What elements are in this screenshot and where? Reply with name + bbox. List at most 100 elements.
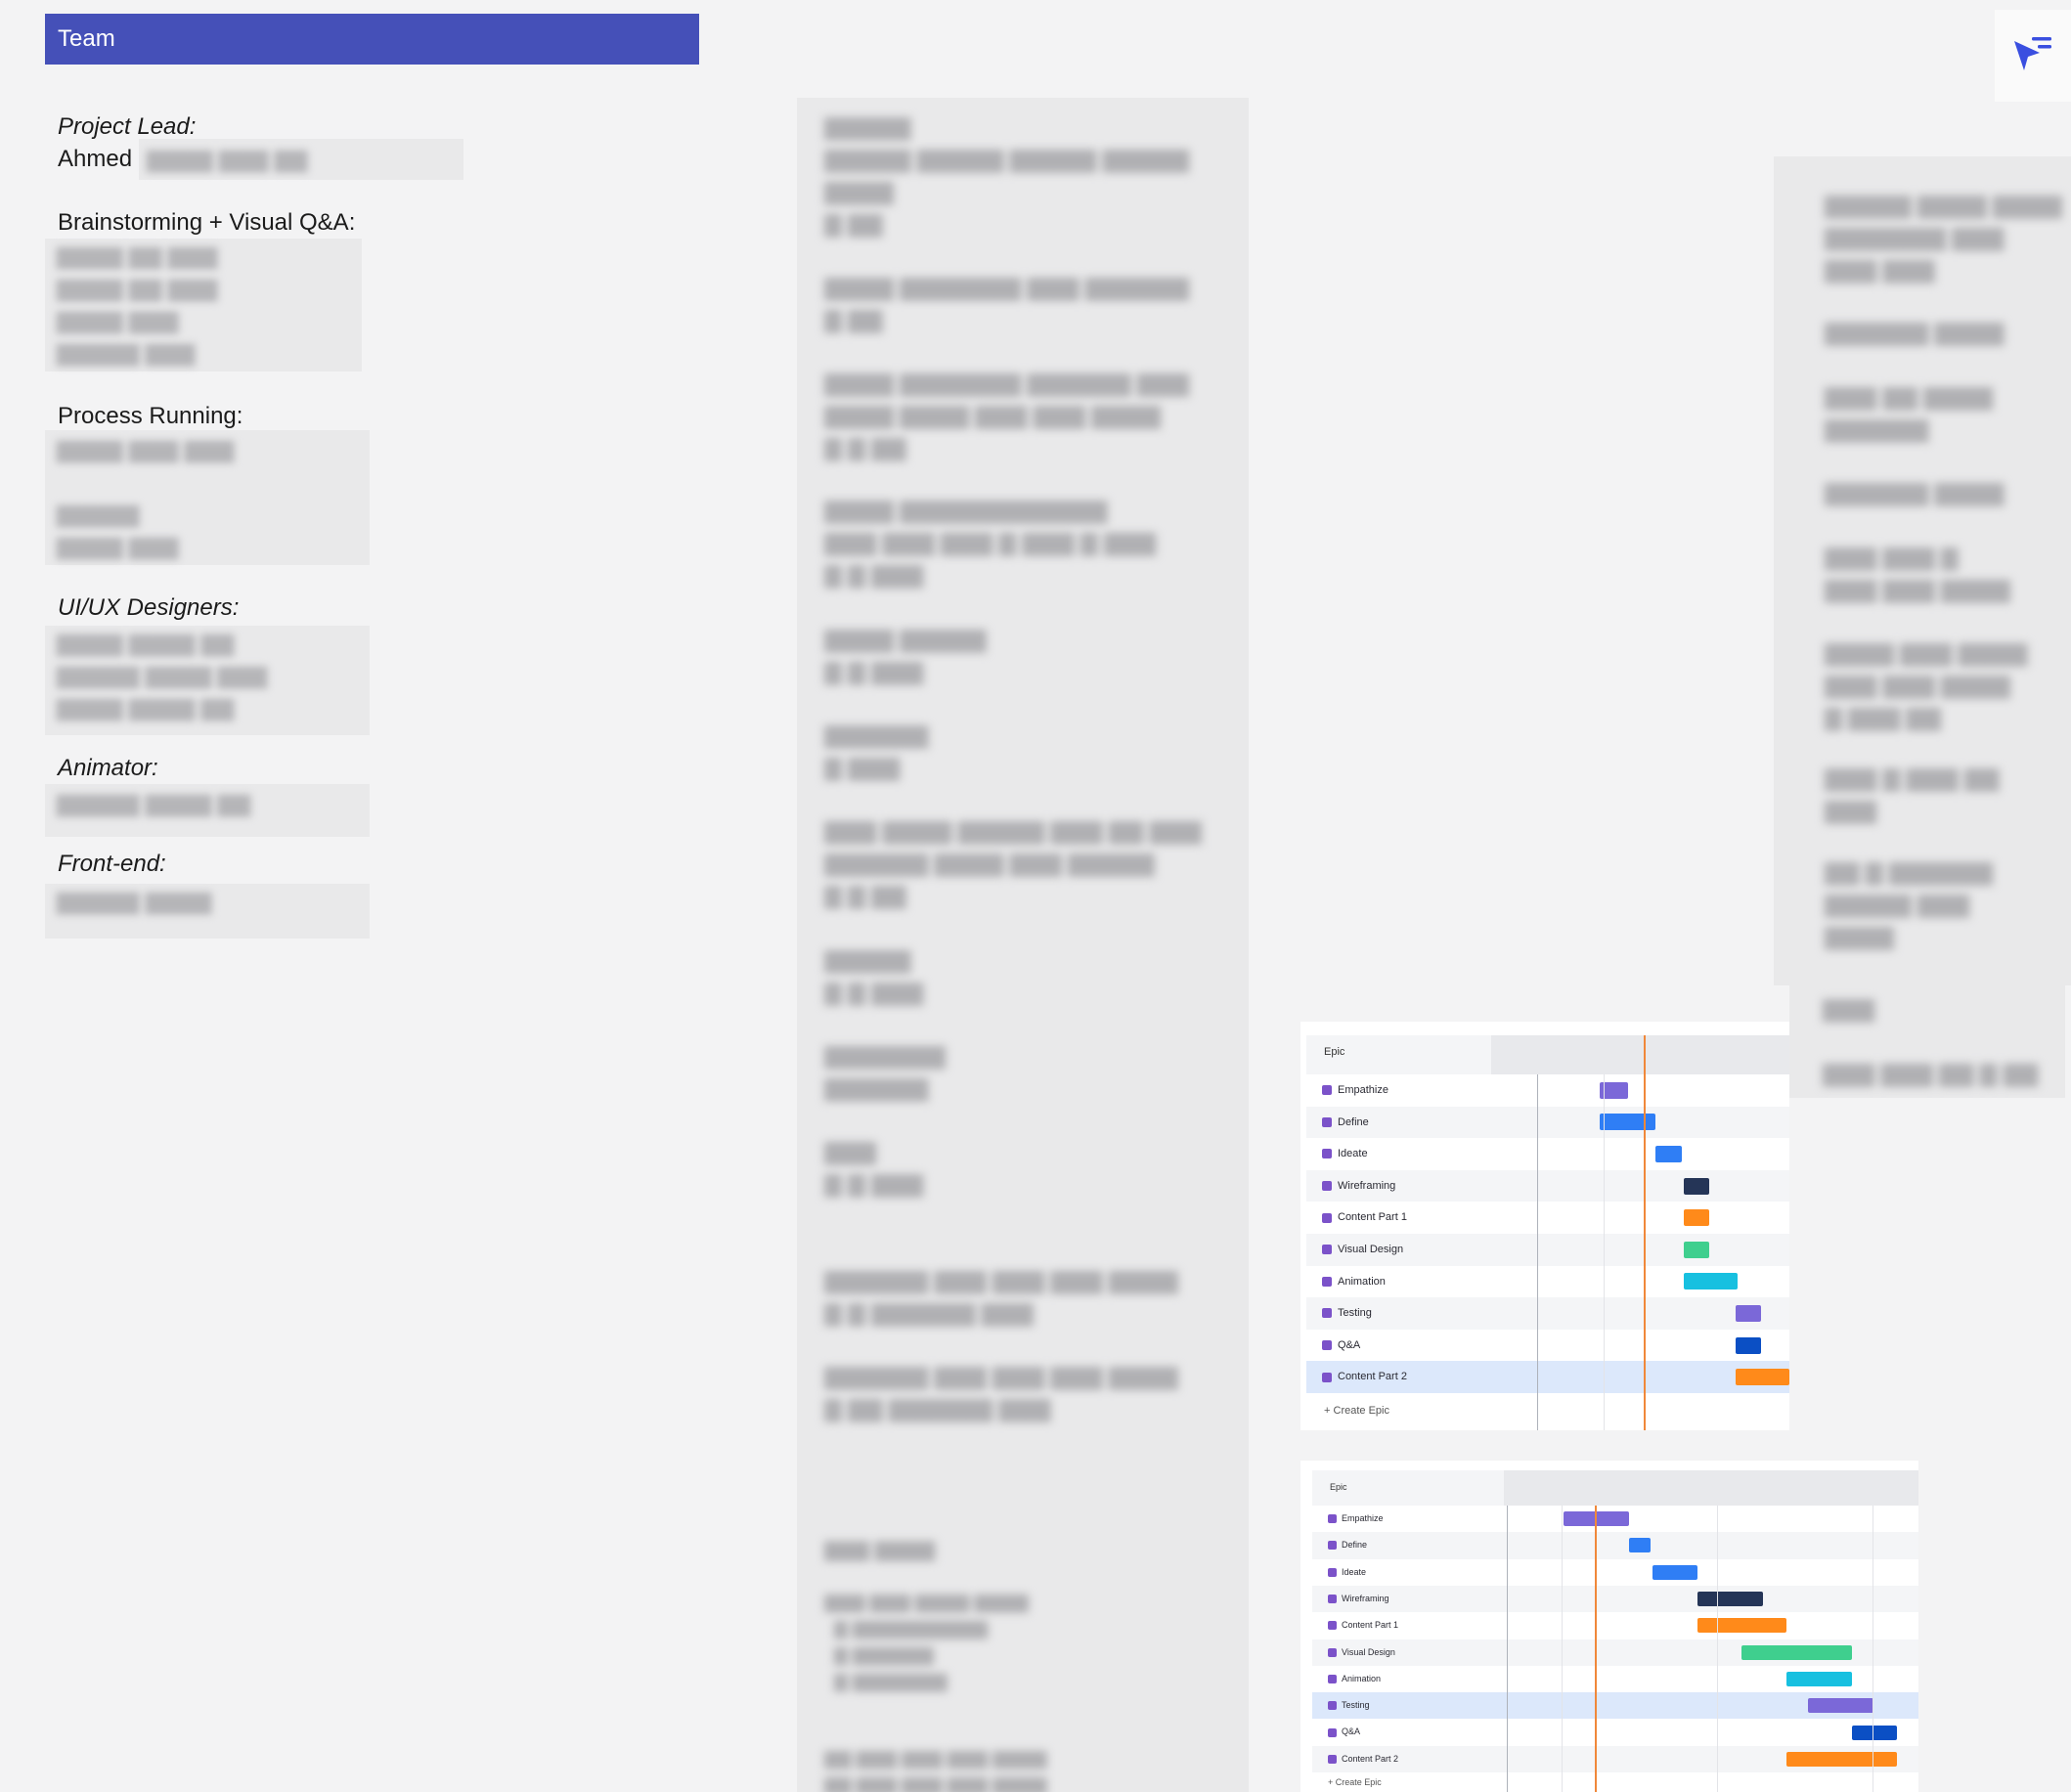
epic-label: Testing — [1338, 1307, 1372, 1320]
gantt-bottom-create-epic[interactable]: + Create Epic — [1328, 1777, 1382, 1787]
animator-label: Animator: — [58, 755, 158, 781]
gantt_top-row-8[interactable]: Q&A — [1306, 1329, 1789, 1362]
epic-bar[interactable] — [1683, 1209, 1710, 1227]
epic-bar[interactable] — [1683, 1273, 1738, 1290]
gantt-bottom-today-marker — [1595, 1506, 1597, 1792]
gantt_top-row-7[interactable]: Testing — [1306, 1297, 1789, 1330]
epic-bar[interactable] — [1807, 1698, 1873, 1714]
plus-icon: + — [1324, 1405, 1331, 1417]
epic-bar[interactable] — [1735, 1336, 1762, 1354]
gantt_bottom-row-1[interactable]: Define — [1312, 1532, 1918, 1559]
epic-bar[interactable] — [1735, 1304, 1762, 1322]
epic-bar[interactable] — [1786, 1671, 1853, 1686]
brainstorming-members-redacted: ▇▇▇▇ ▇▇ ▇▇▇ ▇▇▇▇ ▇▇ ▇▇▇ ▇▇▇▇ ▇▇▇ ▇▇▇▇▇ ▇▇▇ — [45, 239, 362, 372]
epic-icon — [1328, 1541, 1337, 1551]
gantt-top-create-epic-label: Create Epic — [1333, 1405, 1389, 1417]
epic-bar[interactable] — [1741, 1644, 1853, 1660]
epic-label: Q&A — [1342, 1726, 1361, 1737]
epic-label: Animation — [1338, 1275, 1386, 1288]
epic-icon — [1322, 1085, 1332, 1096]
project-lead-details-redacted: ▇▇▇▇ ▇▇▇ ▇▇ — [139, 139, 463, 180]
gantt_top-row-1[interactable]: Define — [1306, 1106, 1789, 1139]
epic-bar[interactable] — [1629, 1538, 1651, 1553]
gantt_bottom-row-0[interactable]: Empathize — [1312, 1506, 1918, 1533]
epic-label: Content Part 2 — [1338, 1371, 1407, 1383]
gantt-bottom-divider — [1507, 1506, 1508, 1792]
epic-label: Ideate — [1338, 1148, 1368, 1160]
gantt-bottom-timeline-header — [1504, 1470, 1918, 1506]
epic-label: Empathize — [1342, 1513, 1384, 1523]
gantt-top-epic-header: Epic — [1324, 1046, 1345, 1058]
epic-icon — [1322, 1276, 1332, 1287]
epic-bar[interactable] — [1735, 1369, 1789, 1386]
epic-bar[interactable] — [1696, 1618, 1786, 1634]
epic-label: Define — [1338, 1115, 1369, 1128]
epic-bar[interactable] — [1683, 1241, 1710, 1258]
gantt_top-row-0[interactable]: Empathize — [1306, 1074, 1789, 1107]
gantt_bottom-row-9[interactable]: Content Part 2 — [1312, 1745, 1918, 1772]
process-running-redacted: ▇▇▇▇ ▇▇▇ ▇▇▇ ▇▇▇▇▇ ▇▇▇▇ ▇▇▇ — [45, 430, 370, 565]
epic-label: Q&A — [1338, 1338, 1361, 1351]
epic-icon — [1328, 1727, 1337, 1737]
epic-label: Empathize — [1338, 1084, 1388, 1096]
gantt-top-timeline-header — [1491, 1035, 1789, 1074]
gantt-chart-bottom: Epic Empathize Define Ideate Wireframing Con… — [1300, 1461, 1918, 1792]
process-running-label: Process Running: — [58, 403, 243, 429]
gantt_bottom-row-2[interactable]: Ideate — [1312, 1558, 1918, 1586]
epic-label: Testing — [1342, 1700, 1370, 1711]
gantt-top-today-marker — [1644, 1035, 1646, 1430]
epic-label: Define — [1342, 1540, 1368, 1551]
epic-label: Animation — [1342, 1673, 1382, 1683]
epic-icon — [1322, 1372, 1332, 1382]
gantt-top-gridline — [1604, 1074, 1605, 1430]
select-tool-button[interactable] — [1995, 10, 2071, 102]
gantt_bottom-row-6[interactable]: Animation — [1312, 1665, 1918, 1693]
epic-label: Wireframing — [1338, 1179, 1396, 1192]
cursor-filter-icon — [2014, 37, 2051, 70]
gantt_bottom-row-7[interactable]: Testing — [1312, 1692, 1918, 1720]
uiux-designers-redacted: ▇▇▇▇ ▇▇▇▇ ▇▇ ▇▇▇▇▇ ▇▇▇▇ ▇▇▇ ▇▇▇▇ ▇▇▇▇ ▇▇ — [45, 626, 370, 735]
team-header[interactable]: Team — [45, 14, 699, 65]
epic-label: Content Part 2 — [1342, 1753, 1399, 1764]
epic-icon — [1328, 1621, 1337, 1631]
epic-bar[interactable] — [1852, 1725, 1897, 1740]
epic-icon — [1328, 1647, 1337, 1657]
epic-icon — [1322, 1212, 1332, 1223]
gantt_top-row-9[interactable]: Content Part 2 — [1306, 1361, 1789, 1393]
frontend-label: Front-end: — [58, 851, 166, 877]
animator-redacted: ▇▇▇▇▇ ▇▇▇▇ ▇▇ — [45, 784, 370, 837]
epic-bar[interactable] — [1652, 1564, 1697, 1580]
epic-icon — [1328, 1754, 1337, 1764]
gantt_top-row-6[interactable]: Animation — [1306, 1265, 1789, 1298]
gantt-top-divider — [1537, 1074, 1538, 1430]
gantt_top-row-5[interactable]: Visual Design — [1306, 1234, 1789, 1266]
team-header-title: Team — [58, 25, 115, 52]
gantt_bottom-row-3[interactable]: Wireframing — [1312, 1585, 1918, 1613]
epic-bar[interactable] — [1786, 1751, 1897, 1767]
epic-icon — [1322, 1116, 1332, 1127]
gantt-bottom-create-epic-label: Create Epic — [1335, 1777, 1382, 1787]
gantt_top-row-3[interactable]: Wireframing — [1306, 1169, 1789, 1202]
process-timeline-panel-redacted: ▇▇▇▇▇ ▇▇▇▇▇ ▇▇▇▇▇ ▇▇▇▇▇ ▇▇▇▇▇ ▇▇▇▇ ▇ ▇▇ ▇▇▇… — [797, 98, 1249, 1792]
gantt_bottom-row-8[interactable]: Q&A — [1312, 1719, 1918, 1746]
epic-label: Ideate — [1342, 1566, 1367, 1577]
epic-bar[interactable] — [1696, 1592, 1763, 1607]
epic-bar[interactable] — [1600, 1114, 1655, 1131]
epic-label: Content Part 1 — [1342, 1620, 1399, 1631]
epic-bar[interactable] — [1655, 1145, 1682, 1162]
epic-icon — [1328, 1674, 1337, 1683]
gantt_top-row-4[interactable]: Content Part 1 — [1306, 1202, 1789, 1234]
gantt-top-create-epic[interactable]: + Create Epic — [1324, 1405, 1389, 1417]
epic-icon — [1328, 1701, 1337, 1711]
epic-icon — [1328, 1567, 1337, 1577]
gantt_bottom-row-5[interactable]: Visual Design — [1312, 1639, 1918, 1666]
epic-bar[interactable] — [1683, 1177, 1710, 1195]
gantt_bottom-row-4[interactable]: Content Part 1 — [1312, 1612, 1918, 1639]
epic-icon — [1322, 1308, 1332, 1319]
frontend-redacted: ▇▇▇▇▇ ▇▇▇▇ — [45, 884, 370, 939]
epic-label: Wireframing — [1342, 1593, 1389, 1603]
epic-icon — [1322, 1181, 1332, 1192]
gantt_top-row-2[interactable]: Ideate — [1306, 1138, 1789, 1170]
epic-icon — [1322, 1340, 1332, 1351]
plus-icon: + — [1328, 1777, 1334, 1787]
